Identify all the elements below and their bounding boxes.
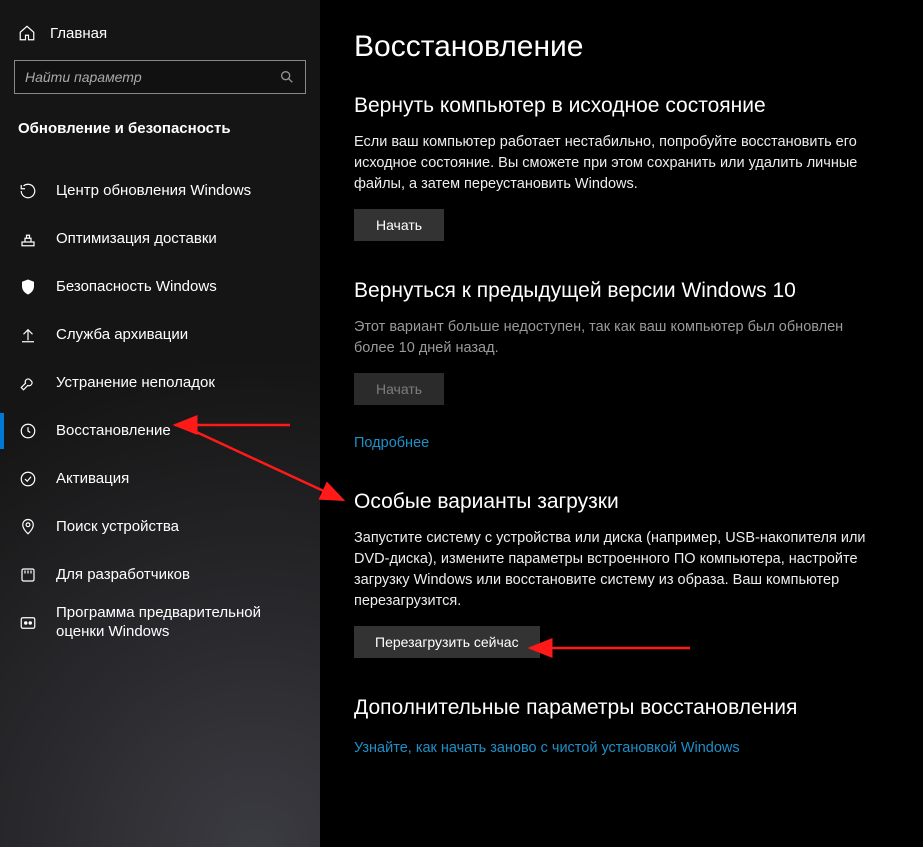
reset-button[interactable]: Начать [354,209,444,241]
sidebar-section-title: Обновление и безопасность [0,94,320,147]
sidebar: Главная Обновление и безопасность Центр … [0,0,320,847]
sidebar-item-label: Активация [56,470,129,489]
restart-now-button[interactable]: Перезагрузить сейчас [354,626,540,658]
previous-start-button: Начать [354,373,444,405]
section-body: Этот вариант больше недоступен, так как … [354,317,874,359]
home-icon [18,24,36,42]
page-title: Восстановление [354,30,889,64]
sidebar-item-label: Служба архивации [56,326,188,345]
sidebar-item-label: Оптимизация доставки [56,230,217,249]
sidebar-item-developers[interactable]: Для разработчиков [0,551,320,599]
sidebar-item-label: Программа предварительной оценки Windows [56,604,296,642]
recovery-icon [18,421,38,441]
section-previous-version: Вернуться к предыдущей версии Windows 10… [354,279,889,452]
sidebar-item-insider[interactable]: Программа предварительной оценки Windows [0,599,320,647]
sidebar-item-windows-update[interactable]: Центр обновления Windows [0,167,320,215]
sidebar-item-label: Восстановление [56,422,171,441]
home-label: Главная [50,25,107,42]
insider-icon [18,613,38,633]
search-icon [279,69,295,85]
shield-icon [18,277,38,297]
developers-icon [18,565,38,585]
section-heading: Вернуть компьютер в исходное состояние [354,94,889,118]
main-content: Восстановление Вернуть компьютер в исход… [320,0,923,847]
delivery-icon [18,229,38,249]
sidebar-item-delivery-optimization[interactable]: Оптимизация доставки [0,215,320,263]
section-body: Запустите систему с устройства или диска… [354,528,874,612]
search-input[interactable] [25,69,279,85]
sidebar-item-label: Для разработчиков [56,566,190,585]
sidebar-item-label: Центр обновления Windows [56,182,251,201]
sidebar-item-label: Безопасность Windows [56,278,217,297]
sidebar-item-security[interactable]: Безопасность Windows [0,263,320,311]
sidebar-item-label: Устранение неполадок [56,374,215,393]
home-link[interactable]: Главная [0,18,320,56]
sidebar-item-backup[interactable]: Служба архивации [0,311,320,359]
section-heading: Вернуться к предыдущей версии Windows 10 [354,279,889,303]
section-reset: Вернуть компьютер в исходное состояние Е… [354,94,889,241]
find-device-icon [18,517,38,537]
activation-icon [18,469,38,489]
sidebar-item-find-device[interactable]: Поиск устройства [0,503,320,551]
sidebar-item-label: Поиск устройства [56,518,179,537]
search-box[interactable] [14,60,306,94]
section-body: Если ваш компьютер работает нестабильно,… [354,132,874,195]
section-heading: Дополнительные параметры восстановления [354,696,889,720]
fresh-start-link[interactable]: Узнайте, как начать заново с чистой уста… [354,740,740,756]
sidebar-item-troubleshoot[interactable]: Устранение неполадок [0,359,320,407]
wrench-icon [18,373,38,393]
sidebar-item-activation[interactable]: Активация [0,455,320,503]
update-icon [18,181,38,201]
section-heading: Особые варианты загрузки [354,490,889,514]
sidebar-nav: Центр обновления Windows Оптимизация дос… [0,167,320,647]
learn-more-link[interactable]: Подробнее [354,435,429,451]
backup-icon [18,325,38,345]
sidebar-item-recovery[interactable]: Восстановление [0,407,320,455]
section-advanced-startup: Особые варианты загрузки Запустите систе… [354,490,889,658]
section-more-recovery: Дополнительные параметры восстановления … [354,696,889,757]
